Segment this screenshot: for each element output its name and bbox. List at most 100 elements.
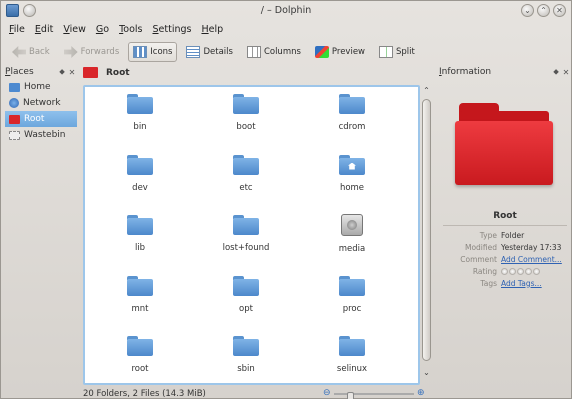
file-item[interactable]: home	[302, 150, 402, 210]
file-item-label: bin	[133, 122, 147, 132]
info-row-rating: Rating	[439, 265, 571, 277]
columns-view-button[interactable]: Columns	[242, 42, 306, 62]
file-item-label: boot	[236, 122, 256, 132]
place-wastebin-label: Wastebin	[24, 130, 66, 140]
info-metadata: Type Folder Modified Yesterday 17:33 Com…	[439, 229, 571, 289]
star-icon[interactable]	[517, 267, 524, 275]
file-item[interactable]: media	[302, 210, 402, 270]
zoom-in-icon[interactable]: ⊕	[417, 388, 425, 398]
preview-button[interactable]: Preview	[310, 42, 370, 62]
back-arrow-icon	[12, 46, 26, 58]
file-item-label: home	[339, 182, 365, 193]
menu-tools[interactable]: Tools	[119, 24, 142, 38]
split-button[interactable]: Split	[374, 42, 420, 62]
place-home[interactable]: Home	[5, 79, 77, 95]
type-value: Folder	[501, 230, 525, 240]
menu-go[interactable]: Go	[96, 24, 109, 38]
location-label: Root	[106, 67, 130, 78]
scroll-up-icon[interactable]: ⌃	[420, 85, 433, 97]
file-item-label: cdrom	[338, 122, 366, 132]
menu-edit[interactable]: Edit	[35, 24, 53, 38]
scroll-down-icon[interactable]: ⌄	[420, 367, 433, 379]
file-item[interactable]: root	[90, 331, 190, 383]
place-root[interactable]: Root	[5, 111, 77, 127]
icons-view-button[interactable]: Icons	[128, 42, 178, 62]
rating-stars[interactable]	[501, 267, 540, 275]
places-header: Places ⬥ ✕	[5, 65, 77, 79]
star-icon[interactable]	[509, 267, 516, 275]
add-comment-link[interactable]: Add Comment...	[501, 255, 562, 264]
folder-icon	[233, 336, 259, 356]
file-item[interactable]: opt	[196, 271, 296, 331]
file-view[interactable]: bin boot cdrom dev etc home lib lost+found media…	[83, 85, 420, 385]
network-icon	[9, 98, 19, 108]
info-item-name: Root	[493, 211, 517, 221]
panel-float-icon[interactable]: ⬥	[57, 67, 67, 77]
root-folder-icon	[9, 114, 20, 124]
file-item[interactable]: cdrom	[302, 89, 402, 149]
vertical-scrollbar[interactable]: ⌃ ⌄	[420, 85, 433, 385]
details-view-button[interactable]: Details	[181, 42, 237, 62]
folder-icon	[339, 275, 365, 296]
file-item[interactable]: sbin	[196, 331, 296, 383]
split-view-icon	[379, 46, 394, 58]
maximize-button[interactable]: ⌃	[537, 4, 550, 17]
back-button[interactable]: Back	[7, 42, 55, 62]
menu-file[interactable]: File	[9, 24, 25, 38]
location-bar[interactable]: Root	[83, 67, 130, 78]
file-item[interactable]: mnt	[90, 271, 190, 331]
menu-help[interactable]: Help	[201, 24, 223, 38]
info-header: Information ⬥ ✕	[439, 65, 571, 79]
forward-button[interactable]: Forwards	[59, 42, 125, 62]
file-item-label: selinux	[336, 364, 368, 374]
file-item-label: root	[131, 364, 149, 374]
folder-icon	[127, 336, 153, 356]
folder-icon	[127, 215, 153, 235]
place-home-label: Home	[24, 82, 51, 92]
menu-settings[interactable]: Settings	[153, 24, 192, 38]
tags-key: Tags	[480, 278, 497, 288]
add-tags-link[interactable]: Add Tags...	[501, 279, 542, 288]
modified-value: Yesterday 17:33	[501, 242, 562, 252]
zoom-out-icon[interactable]: ⊖	[323, 388, 331, 398]
scrollbar-thumb[interactable]	[422, 99, 431, 361]
home-folder-icon	[339, 154, 365, 175]
info-divider	[443, 225, 567, 226]
file-item[interactable]: bin	[90, 89, 190, 149]
split-label: Split	[396, 47, 415, 57]
file-item[interactable]: selinux	[302, 331, 402, 383]
zoom-track[interactable]	[334, 392, 414, 399]
rating-key: Rating	[472, 266, 497, 276]
toolbar: Back Forwards Icons Details Columns Prev…	[7, 41, 420, 63]
type-key: Type	[479, 230, 497, 240]
file-item[interactable]: dev	[90, 150, 190, 210]
star-icon[interactable]	[533, 267, 540, 275]
panel-float-icon[interactable]: ⬥	[551, 67, 561, 77]
info-row-modified: Modified Yesterday 17:33	[439, 241, 571, 253]
place-network[interactable]: Network	[5, 95, 77, 111]
menu-view[interactable]: View	[63, 24, 86, 38]
place-wastebin[interactable]: Wastebin	[5, 127, 77, 143]
zoom-slider[interactable]: ⊖ ⊕	[319, 388, 429, 399]
folder-icon	[127, 154, 153, 175]
columns-label: Columns	[263, 47, 301, 57]
minimize-button[interactable]: ⌄	[521, 4, 534, 17]
file-item[interactable]: boot	[196, 89, 296, 149]
file-item[interactable]: proc	[302, 271, 402, 331]
star-icon[interactable]	[501, 267, 508, 275]
file-item[interactable]: lib	[90, 210, 190, 270]
folder-icon	[233, 215, 259, 235]
zoom-handle[interactable]	[347, 392, 354, 399]
title-bar[interactable]: / – Dolphin ⌄ ⌃ ✕	[1, 1, 571, 21]
panel-close-icon[interactable]: ✕	[67, 68, 77, 77]
dolphin-window: / – Dolphin ⌄ ⌃ ✕ File Edit View Go Tool…	[0, 0, 572, 399]
columns-view-icon	[246, 46, 261, 58]
file-item[interactable]: lost+found	[196, 210, 296, 270]
information-panel: Information ⬥ ✕ Root Type Folder Modifie…	[439, 65, 571, 385]
file-item[interactable]: etc	[196, 150, 296, 210]
panel-close-icon[interactable]: ✕	[561, 68, 571, 77]
star-icon[interactable]	[525, 267, 532, 275]
places-panel: Places ⬥ ✕ Home Network Root Wastebin	[5, 65, 77, 385]
details-view-icon	[186, 46, 201, 58]
close-button[interactable]: ✕	[553, 4, 566, 17]
